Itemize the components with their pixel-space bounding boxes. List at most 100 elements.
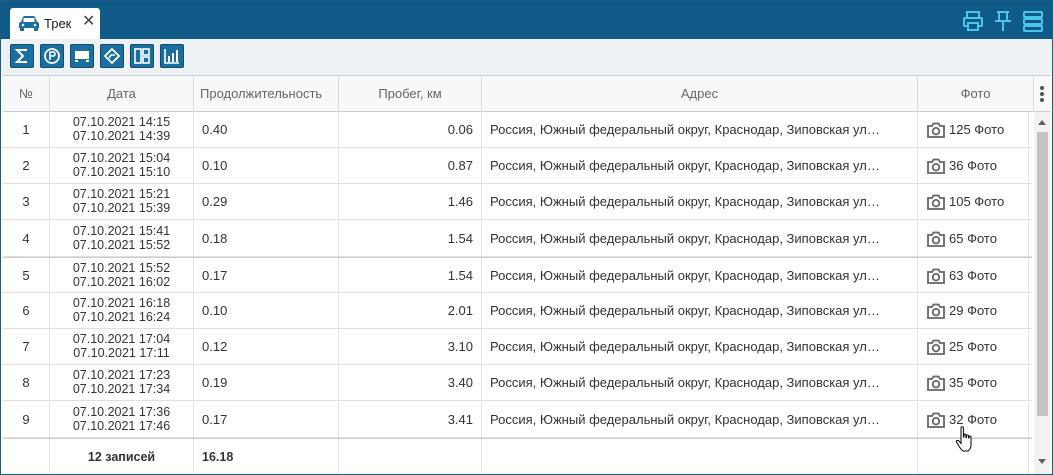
footer-total-duration: 16.18 [194,439,339,474]
row-num: 8 [3,365,50,401]
row-mileage: 3.41 [339,401,482,437]
row-date: 07.10.2021 17:23 07.10.2021 17:34 [50,365,194,401]
row-date: 07.10.2021 17:36 07.10.2021 17:46 [50,401,194,437]
photo-link[interactable]: 65 Фото [926,221,997,256]
photo-count: 25 Фото [949,339,997,355]
layout-icon [134,48,150,64]
row-duration: 0.17 [194,401,339,437]
row-mileage: 0.06 [339,112,482,147]
row-date-start: 07.10.2021 16:18 [72,296,171,310]
photo-count: 65 Фото [949,230,997,246]
row-date: 07.10.2021 15:52 07.10.2021 16:02 [50,257,194,292]
scroll-up-arrow[interactable] [1038,120,1046,125]
camera-icon [927,375,945,392]
row-date: 07.10.2021 16:18 07.10.2021 16:24 [50,293,194,328]
row-date-end: 07.10.2021 16:02 [72,274,171,289]
table-row[interactable]: 9 07.10.2021 17:36 07.10.2021 17:46 0.17 3.4… [3,401,1032,438]
photo-count: 105 Фото [949,194,1005,210]
row-photo-cell: 35 Фото [918,365,1029,401]
table-row[interactable]: 1 07.10.2021 14:15 07.10.2021 14:39 0.40 0.0… [3,112,1032,148]
row-date-end: 07.10.2021 15:10 [72,165,171,180]
column-header-mileage[interactable]: Пробег, км [339,76,482,112]
row-photo-cell: 29 Фото [918,293,1029,328]
column-header-duration[interactable]: Продолжительность [194,76,339,112]
photo-link[interactable]: 29 Фото [926,293,997,328]
tab-track[interactable]: Трек ✕ [10,8,100,39]
footer-num-cell [3,439,50,474]
row-date: 07.10.2021 15:41 07.10.2021 15:52 [50,220,194,256]
column-header-photo[interactable]: Фото [918,76,1034,112]
row-address: Россия, Южный федеральный округ, Краснод… [482,184,918,220]
table-row[interactable]: 4 07.10.2021 15:41 07.10.2021 15:52 0.18 1.5… [3,220,1032,257]
table-row[interactable]: 7 07.10.2021 17:04 07.10.2021 17:11 0.12 3.1… [3,329,1032,366]
table-row[interactable]: 3 07.10.2021 15:21 07.10.2021 15:39 0.29 1.4… [3,184,1032,221]
photo-link[interactable]: 125 Фото [926,112,1004,147]
table-footer: 12 записей 16.18 [3,438,1032,474]
photo-link[interactable]: 63 Фото [926,258,997,292]
row-date-start: 07.10.2021 17:36 [72,404,171,419]
camera-icon [927,339,945,356]
row-duration: 0.29 [194,184,339,220]
row-duration: 0.19 [194,365,339,401]
row-date-end: 07.10.2021 16:24 [72,310,171,324]
print-icon[interactable] [962,10,984,32]
photo-link[interactable]: 35 Фото [926,365,997,400]
photo-link[interactable]: 36 Фото [926,148,997,183]
camera-icon [927,268,945,284]
row-mileage: 1.54 [339,257,482,292]
row-duration: 0.17 [194,257,339,292]
row-date-end: 07.10.2021 17:46 [72,418,171,433]
row-mileage: 0.87 [339,148,482,184]
parking-icon [44,48,60,64]
row-date-start: 07.10.2021 15:52 [72,260,171,275]
scrollbar-thumb[interactable] [1037,132,1048,416]
row-num: 4 [3,220,50,256]
column-header-address[interactable]: Адрес [482,76,918,112]
row-date-end: 07.10.2021 14:39 [72,129,171,143]
vertical-scrollbar[interactable] [1034,112,1050,474]
photo-link[interactable]: 105 Фото [926,184,1004,219]
car-icon [19,16,39,31]
chart-icon [164,49,179,64]
footer-count: 12 записей [50,439,194,474]
row-photo-cell: 63 Фото [918,257,1029,292]
row-address: Россия, Южный федеральный округ, Краснод… [482,401,918,437]
column-header-num[interactable]: № [3,76,50,112]
route-icon [103,47,121,65]
route-button[interactable] [100,44,124,68]
pin-icon[interactable] [992,10,1014,32]
chart-button[interactable] [160,44,184,68]
table-row[interactable]: 5 07.10.2021 15:52 07.10.2021 16:02 0.17 1.5… [3,256,1032,293]
truck-button[interactable] [70,44,94,68]
row-date-start: 07.10.2021 17:23 [72,368,171,383]
row-duration: 0.10 [194,293,339,328]
row-mileage: 3.10 [339,329,482,365]
scroll-down-arrow[interactable] [1038,459,1046,464]
table-row[interactable]: 6 07.10.2021 16:18 07.10.2021 16:24 0.10 2.0… [3,293,1032,329]
row-date: 07.10.2021 15:04 07.10.2021 15:10 [50,148,194,184]
row-address: Россия, Южный федеральный округ, Краснод… [482,220,918,256]
camera-icon [927,122,945,138]
row-date-end: 07.10.2021 17:34 [72,382,171,397]
camera-icon [927,158,945,175]
table-row[interactable]: 8 07.10.2021 17:23 07.10.2021 17:34 0.19 3.4… [3,365,1032,402]
photo-count: 36 Фото [949,158,997,174]
camera-icon [927,231,945,247]
column-header-date[interactable]: Дата [50,76,194,112]
parking-button[interactable] [40,44,64,68]
columns-icon[interactable] [1022,10,1044,32]
summary-icon [14,49,27,63]
summary-button[interactable] [10,44,34,68]
photo-count: 35 Фото [949,375,997,391]
layout-button[interactable] [130,44,154,68]
row-date: 07.10.2021 14:15 07.10.2021 14:39 [50,112,194,147]
tab-title: Трек [44,16,72,31]
column-menu-button[interactable] [1034,76,1050,112]
photo-link[interactable]: 25 Фото [926,329,997,364]
row-mileage: 3.40 [339,365,482,401]
hand-cursor-icon [955,426,972,452]
row-date-end: 07.10.2021 15:39 [72,201,171,216]
table-row[interactable]: 2 07.10.2021 15:04 07.10.2021 15:10 0.10 0.8… [3,148,1032,185]
row-date-start: 07.10.2021 15:21 [72,187,171,202]
close-icon[interactable]: ✕ [82,14,95,30]
